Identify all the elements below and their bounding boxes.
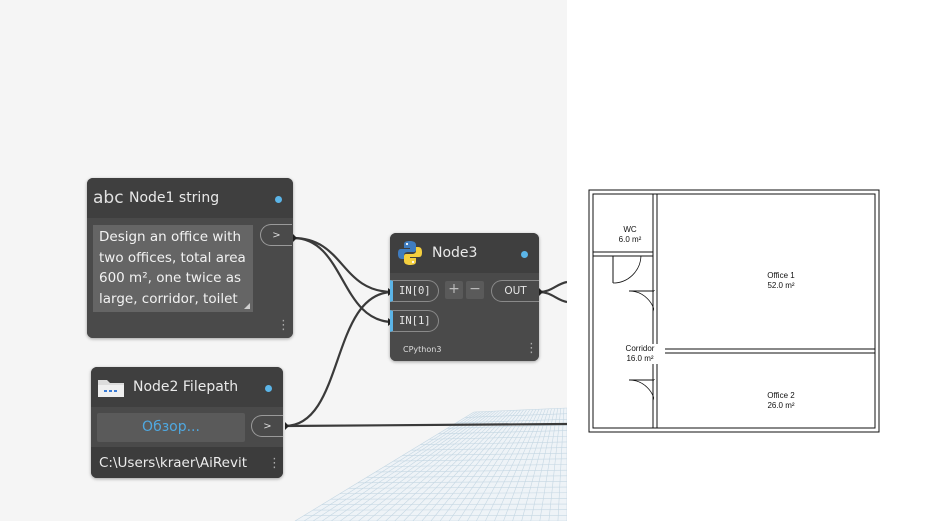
node2-title: Node2 Filepath <box>133 379 239 395</box>
floorplan-preview: WC 6.0 m² Office 1 52.0 m² Corridor 16.0… <box>567 0 939 521</box>
node1-title: Node1 string <box>129 190 220 206</box>
engine-label: CPython3 <box>403 345 442 354</box>
room-area: 26.0 m² <box>767 401 795 410</box>
room-label-office-2: Office 2 26.0 m² <box>751 391 811 411</box>
node2-header[interactable]: Node2 Filepath <box>91 367 283 407</box>
browse-button[interactable]: Обзор... <box>97 413 245 442</box>
filepath-value: C:\Users\kraer\AiRevit <box>99 455 248 471</box>
node3-header[interactable]: Node3 <box>390 233 539 273</box>
room-area: 6.0 m² <box>618 235 642 244</box>
node1-status-dot <box>275 196 282 203</box>
resize-grip-icon[interactable] <box>244 303 250 309</box>
room-name: WC <box>623 225 637 234</box>
input-port-in1[interactable]: IN[1] <box>390 310 439 332</box>
abc-string-icon: abc <box>93 188 124 208</box>
kebab-menu-icon[interactable]: ⋮ <box>268 457 281 470</box>
remove-input-button[interactable]: − <box>466 281 484 299</box>
room-label-corridor: Corridor 16.0 m² <box>615 344 665 364</box>
room-label-wc: WC 6.0 m² <box>605 225 655 245</box>
node1-header[interactable]: abc Node1 string <box>87 178 293 218</box>
node3-python[interactable]: Node3 IN[0] IN[1] + − OUT CPython3 ⋮ <box>390 233 539 361</box>
room-name: Office 1 <box>767 271 795 280</box>
room-label-office-1: Office 1 52.0 m² <box>751 271 811 291</box>
add-input-button[interactable]: + <box>445 281 463 299</box>
python-icon <box>398 241 422 265</box>
room-area: 16.0 m² <box>626 354 654 363</box>
node2-output-port[interactable]: > <box>251 415 283 437</box>
output-port-out[interactable]: OUT <box>491 280 539 302</box>
node3-title: Node3 <box>432 245 478 261</box>
node1-text-line: Design an office with <box>99 229 241 245</box>
node1-text-line: two offices, total area <box>99 249 246 266</box>
node1-text-line: 600 m², one twice as <box>99 270 242 286</box>
floorplan-drawing <box>588 189 880 433</box>
node1-output-port[interactable]: > <box>260 224 292 246</box>
node1-text-input[interactable]: Design an office with two offices, total… <box>93 225 253 312</box>
graph-canvas[interactable]: abc Node1 string Design an office with t… <box>0 0 567 521</box>
room-name: Office 2 <box>767 391 795 400</box>
folder-icon <box>98 380 124 397</box>
kebab-menu-icon[interactable]: ⋮ <box>277 319 290 332</box>
node1-string[interactable]: abc Node1 string Design an office with t… <box>87 178 293 338</box>
node2-status-dot <box>265 385 272 392</box>
node2-filepath[interactable]: Node2 Filepath Обзор... > C:\Users\kraer… <box>91 367 283 478</box>
kebab-menu-icon[interactable]: ⋮ <box>525 342 538 355</box>
input-port-in0[interactable]: IN[0] <box>390 280 439 302</box>
node1-text-line: large, corridor, toilet <box>99 290 238 307</box>
room-area: 52.0 m² <box>767 281 795 290</box>
room-name: Corridor <box>625 344 655 353</box>
node3-status-dot <box>521 251 528 258</box>
